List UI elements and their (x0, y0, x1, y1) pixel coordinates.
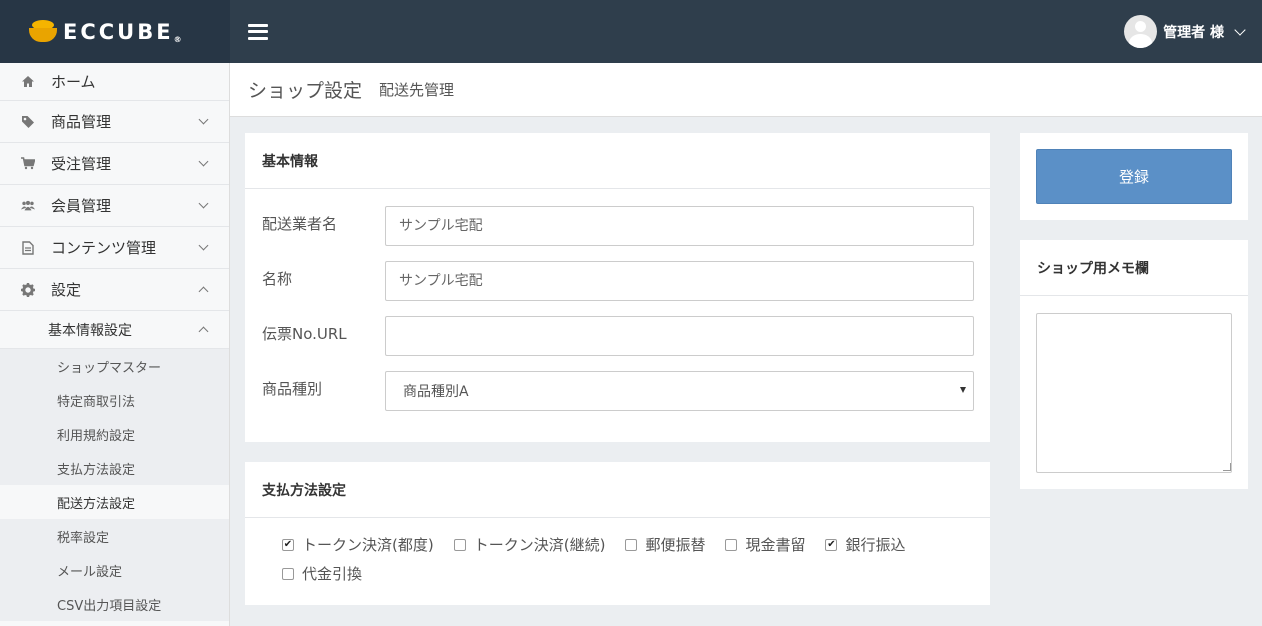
card-heading: 基本情報 (245, 133, 990, 189)
chevron-up-icon (198, 286, 209, 297)
chevron-down-icon (198, 240, 209, 251)
payment-card: 支払方法設定 ✔ トークン決済(都度) トークン決済(継続) 郵便振替 現金書留 … (245, 462, 990, 605)
payment-options: ✔ トークン決済(都度) トークン決済(継続) 郵便振替 現金書留 ✔ 銀行振込 代… (282, 534, 982, 584)
sidebar-subitem-csv[interactable]: CSV出力項目設定 (0, 587, 229, 621)
checkbox[interactable] (625, 538, 638, 551)
name-input[interactable] (385, 261, 974, 301)
home-icon (21, 75, 35, 89)
option-label: トークン決済(継続) (473, 536, 606, 554)
payment-option[interactable]: 現金書留 (725, 534, 805, 555)
sidebar-item-label: コンテンツ管理 (51, 239, 157, 257)
gear-icon (21, 282, 35, 297)
chevron-down-icon (198, 114, 209, 125)
product-type-value: 商品種別A (403, 384, 469, 400)
sidebar-item-orders[interactable]: 受注管理 (0, 143, 229, 185)
product-type-select[interactable]: 商品種別A (385, 371, 974, 411)
basic-info-card: 基本情報 配送業者名 名称 伝票No.URL 商品種別 商品種別A (245, 133, 990, 442)
payment-option[interactable]: 郵便振替 (625, 534, 705, 555)
name-label: 名称 (262, 270, 293, 288)
option-label: 郵便振替 (645, 536, 706, 554)
carrier-label: 配送業者名 (262, 215, 338, 233)
sidebar-item-label: 商品管理 (51, 113, 112, 131)
sidebar-subitem-terms[interactable]: 利用規約設定 (0, 417, 229, 451)
sidebar-subitem-delivery[interactable]: 配送方法設定 (0, 485, 229, 519)
sidebar: ホーム 商品管理 受注管理 会員管理 コンテンツ管理 設定 基本情報設定 ショッ… (0, 63, 230, 626)
memo-textarea[interactable] (1036, 313, 1232, 473)
sidebar-item-contents[interactable]: コンテンツ管理 (0, 227, 229, 269)
sidebar-item-members[interactable]: 会員管理 (0, 185, 229, 227)
product-type-label: 商品種別 (262, 380, 323, 398)
sidebar-subitem-mail[interactable]: メール設定 (0, 553, 229, 587)
chevron-down-icon (198, 198, 209, 209)
memo-card: ショップ用メモ欄 (1020, 240, 1248, 489)
checkbox[interactable]: ✔ (282, 538, 294, 551)
name-row: 名称 (262, 261, 974, 301)
file-icon (21, 240, 35, 255)
option-label: トークン決済(都度) (302, 536, 434, 554)
option-label: 銀行振込 (845, 536, 906, 554)
sidebar-subitem-payment[interactable]: 支払方法設定 (0, 451, 229, 485)
caret-down-icon (960, 387, 966, 393)
chevron-up-icon (198, 326, 209, 337)
register-button[interactable]: 登録 (1036, 149, 1232, 204)
sidebar-item-label: 会員管理 (51, 197, 112, 215)
option-label: 現金書留 (745, 536, 806, 554)
option-label: 代金引換 (302, 565, 363, 583)
sidebar-sub-list: ショップマスター 特定商取引法 利用規約設定 支払方法設定 配送方法設定 税率設… (0, 349, 229, 621)
page-subtitle: 配送先管理 (379, 81, 455, 99)
sidebar-item-home[interactable]: ホーム (0, 63, 229, 101)
sidebar-subitem-tax[interactable]: 税率設定 (0, 519, 229, 553)
sidebar-item-label: 受注管理 (51, 155, 112, 173)
carrier-row: 配送業者名 (262, 206, 974, 246)
resize-handle-icon[interactable] (1223, 463, 1231, 471)
cube-logo-icon (29, 19, 57, 44)
tracking-label: 伝票No.URL (262, 325, 347, 343)
page-header: ショップ設定 配送先管理 (230, 63, 1262, 117)
payment-option[interactable]: ✔ 銀行振込 (825, 534, 905, 555)
sidebar-item-label: 設定 (51, 281, 82, 299)
sidebar-item-label: ホーム (51, 73, 96, 91)
checkbox[interactable] (282, 567, 294, 580)
brand-logo[interactable]: ECCUBE® (0, 0, 230, 63)
sidebar-item-settings[interactable]: 設定 (0, 269, 229, 311)
sidebar-item-products[interactable]: 商品管理 (0, 101, 229, 143)
sidebar-subitem-shop-master[interactable]: ショップマスター (0, 349, 229, 383)
menu-toggle-icon[interactable] (248, 23, 268, 40)
sidebar-subitem-tradelaw[interactable]: 特定商取引法 (0, 383, 229, 417)
payment-option[interactable]: ✔ トークン決済(都度) (282, 534, 434, 555)
users-icon (21, 199, 35, 213)
carrier-input[interactable] (385, 206, 974, 246)
tracking-row: 伝票No.URL (262, 316, 974, 356)
sidebar-subgroup-basic-info[interactable]: 基本情報設定 (0, 311, 229, 349)
page-title: ショップ設定 (248, 80, 363, 102)
payment-option[interactable]: 代金引換 (282, 563, 962, 584)
chevron-down-icon (198, 156, 209, 167)
tracking-url-input[interactable] (385, 316, 974, 356)
checkbox[interactable] (453, 538, 466, 551)
user-menu[interactable]: 管理者 様 (1124, 15, 1246, 48)
sidebar-subgroup-label: 基本情報設定 (48, 322, 132, 339)
product-type-row: 商品種別 商品種別A (262, 371, 974, 411)
card-heading: ショップ用メモ欄 (1020, 240, 1248, 296)
chevron-down-icon (1234, 23, 1246, 36)
register-card: 登録 (1020, 133, 1248, 220)
checkbox[interactable] (725, 538, 738, 551)
checkbox[interactable]: ✔ (825, 538, 838, 551)
user-name: 管理者 様 (1163, 24, 1224, 41)
tag-icon (21, 115, 35, 129)
top-header: ECCUBE® 管理者 様 (0, 0, 1262, 63)
cart-icon (21, 157, 35, 171)
payment-option[interactable]: トークン決済(継続) (453, 534, 606, 555)
brand-name: ECCUBE® (63, 19, 182, 44)
avatar (1124, 15, 1158, 48)
card-heading: 支払方法設定 (245, 462, 990, 518)
